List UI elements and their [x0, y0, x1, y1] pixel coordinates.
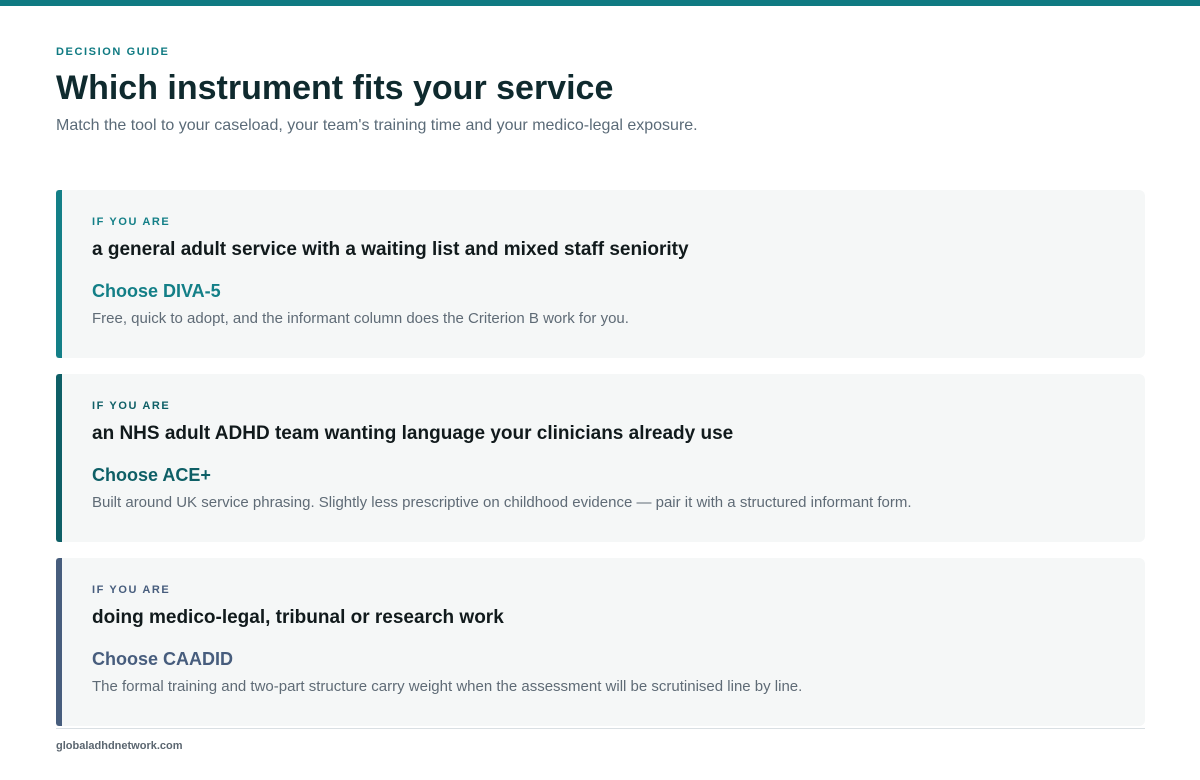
- card-body: IF YOU ARE doing medico-legal, tribunal …: [92, 584, 1121, 697]
- card-situation: an NHS adult ADHD team wanting language …: [92, 423, 734, 444]
- footer-site-name: globaladhdnetwork.com: [56, 740, 183, 752]
- top-accent-bar: [0, 0, 1200, 6]
- card-description: The formal training and two-part structu…: [92, 678, 803, 695]
- card-eyebrow: IF YOU ARE: [92, 400, 171, 412]
- card-description: Free, quick to adopt, and the informant …: [92, 310, 629, 327]
- card-choice: Choose ACE+: [92, 465, 211, 485]
- card-eyebrow: IF YOU ARE: [92, 584, 171, 596]
- section-eyebrow: DECISION GUIDE: [56, 46, 170, 58]
- page-header: DECISION GUIDE Which instrument fits you…: [56, 45, 1146, 136]
- decision-card-diva5: IF YOU ARE a general adult service with …: [56, 190, 1145, 358]
- decision-card-ace-plus: IF YOU ARE an NHS adult ADHD team wantin…: [56, 374, 1145, 542]
- page-subtitle: Match the tool to your caseload, your te…: [56, 117, 698, 134]
- card-body: IF YOU ARE an NHS adult ADHD team wantin…: [92, 400, 1121, 513]
- decision-card-caadid: IF YOU ARE doing medico-legal, tribunal …: [56, 558, 1145, 726]
- card-accent-bar: [56, 374, 62, 542]
- page-title: Which instrument fits your service: [56, 69, 614, 107]
- card-eyebrow: IF YOU ARE: [92, 216, 171, 228]
- card-accent-bar: [56, 558, 62, 726]
- card-choice: Choose CAADID: [92, 649, 234, 669]
- card-body: IF YOU ARE a general adult service with …: [92, 216, 1121, 329]
- card-description: Built around UK service phrasing. Slight…: [92, 494, 912, 511]
- footer-divider: [56, 728, 1145, 729]
- card-accent-bar: [56, 190, 62, 358]
- card-choice: Choose DIVA-5: [92, 281, 221, 301]
- card-situation: a general adult service with a waiting l…: [92, 239, 689, 260]
- decision-cards: IF YOU ARE a general adult service with …: [56, 190, 1145, 742]
- card-situation: doing medico-legal, tribunal or research…: [92, 607, 504, 628]
